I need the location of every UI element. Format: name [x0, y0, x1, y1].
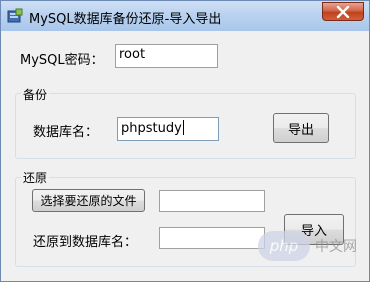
restore-file-field[interactable] [159, 190, 265, 212]
app-window: MySQL数据库备份还原-导入导出 MySQL密码： root 备份 数据库名：… [0, 0, 370, 282]
watermark-logo: php [258, 231, 310, 261]
restore-target-label: 还原到数据库名： [33, 235, 138, 250]
backup-db-label: 数据库名： [33, 125, 99, 140]
close-button[interactable] [322, 2, 364, 21]
password-field[interactable]: root [115, 44, 218, 68]
watermark: php 中文网 [258, 231, 357, 261]
choose-file-button[interactable]: 选择要还原的文件 [32, 189, 145, 212]
backup-db-field[interactable]: phpstudy [117, 117, 219, 141]
password-label: MySQL密码： [20, 53, 104, 68]
restore-group-title: 还原 [21, 169, 50, 186]
text-caret [182, 120, 184, 135]
title-bar[interactable]: MySQL数据库备份还原-导入导出 [1, 1, 369, 31]
app-icon [7, 8, 23, 24]
restore-target-field[interactable] [159, 227, 265, 249]
window-title: MySQL数据库备份还原-导入导出 [29, 12, 222, 27]
backup-db-value: phpstudy [121, 121, 182, 136]
watermark-text: 中文网 [315, 239, 357, 255]
export-button[interactable]: 导出 [273, 113, 329, 143]
backup-group-title: 备份 [21, 86, 50, 103]
close-icon [336, 6, 350, 18]
